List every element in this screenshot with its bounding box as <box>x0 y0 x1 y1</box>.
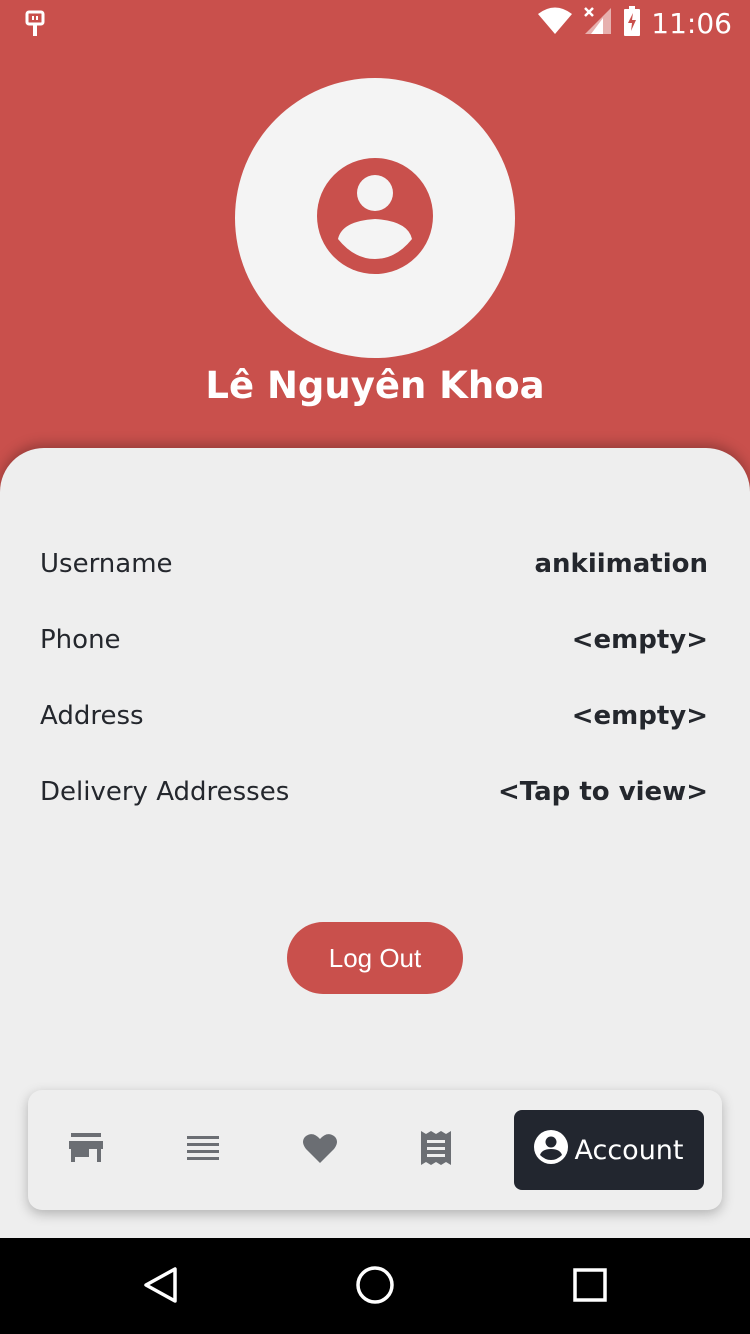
profile-card: Username ankiimation Phone <empty> Addre… <box>0 448 750 1238</box>
info-row-username[interactable]: Username ankiimation <box>40 544 708 584</box>
recents-button[interactable] <box>565 1262 615 1312</box>
nav-account-label: Account <box>574 1134 684 1166</box>
battery-charging-icon <box>623 6 641 40</box>
recents-square-icon <box>573 1268 607 1306</box>
info-value: <empty> <box>571 625 708 655</box>
list-icon <box>187 1136 219 1164</box>
cellular-signal-icon <box>583 6 613 40</box>
nav-item-store[interactable] <box>46 1110 126 1190</box>
info-row-phone[interactable]: Phone <empty> <box>40 620 708 660</box>
info-row-address[interactable]: Address <empty> <box>40 696 708 736</box>
debug-usb-icon <box>24 10 46 42</box>
info-label: Username <box>40 549 173 579</box>
store-icon <box>69 1133 103 1167</box>
back-triangle-icon <box>142 1266 178 1308</box>
wifi-icon <box>537 7 573 39</box>
account-circle-icon <box>534 1129 569 1171</box>
info-value: <Tap to view> <box>497 777 708 807</box>
info-label: Phone <box>40 625 121 655</box>
info-value: <empty> <box>571 701 708 731</box>
avatar[interactable] <box>235 78 515 358</box>
info-label: Delivery Addresses <box>40 777 290 807</box>
back-button[interactable] <box>135 1262 185 1312</box>
home-button[interactable] <box>350 1262 400 1312</box>
info-value: ankiimation <box>534 549 708 579</box>
info-label: Address <box>40 701 144 731</box>
status-time: 11:06 <box>651 6 732 40</box>
nav-item-orders[interactable] <box>396 1110 476 1190</box>
profile-name: Lê Nguyên Khoa <box>205 364 545 407</box>
receipt-icon <box>421 1131 451 1169</box>
logout-button[interactable]: Log Out <box>287 922 463 994</box>
home-circle-icon <box>355 1265 395 1309</box>
nav-item-list[interactable] <box>163 1110 243 1190</box>
info-row-delivery-addresses[interactable]: Delivery Addresses <Tap to view> <box>40 772 708 812</box>
heart-icon <box>303 1133 337 1167</box>
system-nav-bar <box>0 1238 750 1334</box>
nav-item-account[interactable]: Account <box>514 1110 704 1190</box>
nav-item-favorites[interactable] <box>280 1110 360 1190</box>
bottom-nav: Account <box>28 1090 722 1210</box>
account-circle-icon <box>316 157 434 279</box>
status-bar: 11:06 <box>0 0 750 50</box>
